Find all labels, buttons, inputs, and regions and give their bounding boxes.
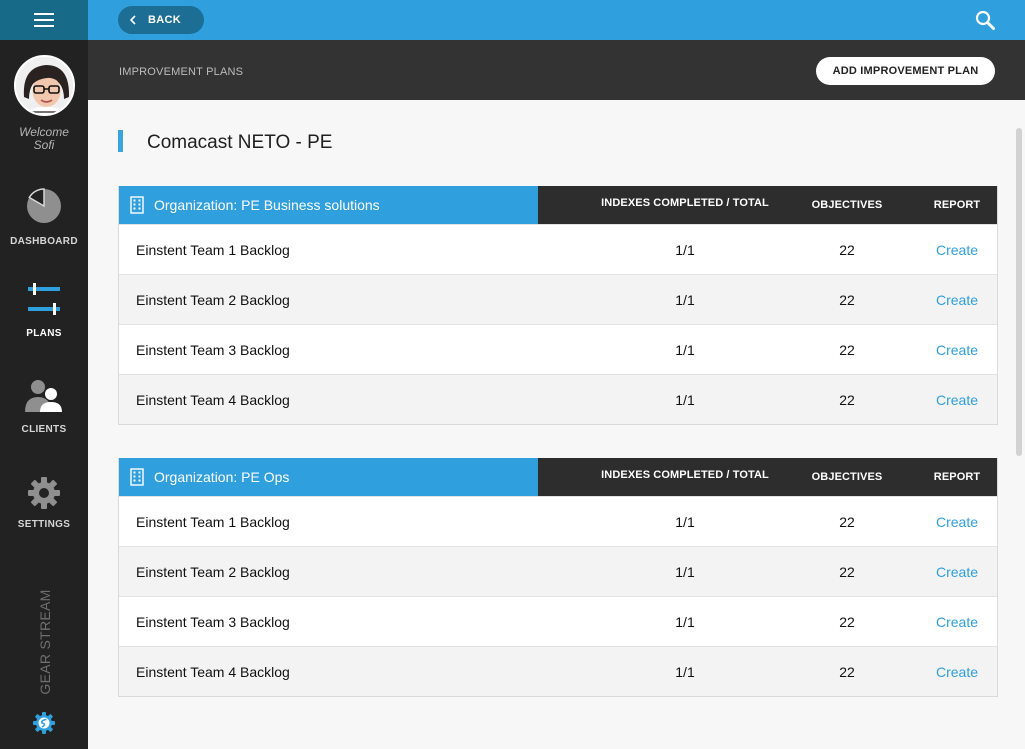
back-button[interactable]: BACK: [118, 6, 204, 34]
add-improvement-plan-button[interactable]: ADD IMPROVEMENT PLAN: [816, 57, 995, 85]
row-name: Einstent Team 2 Backlog: [136, 564, 290, 580]
row-name: Einstent Team 1 Backlog: [136, 242, 290, 258]
gearstream-logo-icon[interactable]: [33, 712, 55, 734]
nav-dashboard[interactable]: DASHBOARD: [0, 186, 88, 247]
create-report-link[interactable]: Create: [917, 647, 997, 697]
row-indexes: 1/1: [675, 664, 695, 680]
row-name: Einstent Team 3 Backlog: [136, 614, 290, 630]
row-indexes: 1/1: [675, 514, 695, 530]
building-icon: [130, 196, 144, 214]
table-row: Einstent Team 1 Backlog 1/1 22 Create: [119, 496, 997, 546]
row-indexes: 1/1: [675, 242, 695, 258]
nav-settings[interactable]: SETTINGS: [0, 476, 88, 530]
back-button-label: BACK: [148, 14, 181, 26]
row-indexes: 1/1: [675, 614, 695, 630]
row-objectives: 22: [839, 614, 855, 630]
top-bar: BACK: [88, 0, 1025, 40]
table-row: Einstent Team 2 Backlog 1/1 22 Create: [119, 274, 997, 324]
chevron-left-icon: [130, 15, 136, 25]
column-header-objectives: OBJECTIVES: [811, 471, 883, 483]
table-header: Organization: PE Ops INDEXES COMPLETED /…: [119, 458, 997, 496]
column-header-report: REPORT: [933, 199, 981, 211]
sidebar: Welcome Sofi DASHBOARD PLANS CLIENTS SET…: [0, 0, 88, 749]
table-row: Einstent Team 4 Backlog 1/1 22 Create: [119, 646, 997, 696]
column-header-report: REPORT: [933, 471, 981, 483]
row-objectives: 22: [839, 514, 855, 530]
nav-clients[interactable]: CLIENTS: [0, 378, 88, 435]
row-name: Einstent Team 3 Backlog: [136, 342, 290, 358]
brand-name: GEAR STREAM: [37, 589, 53, 695]
column-header-objectives: OBJECTIVES: [811, 199, 883, 211]
brand-wordmark: GEAR STREAM: [28, 589, 60, 700]
organization-header: Organization: PE Ops: [119, 458, 538, 496]
create-report-link[interactable]: Create: [917, 375, 997, 425]
table-row: Einstent Team 3 Backlog 1/1 22 Create: [119, 596, 997, 646]
create-report-link[interactable]: Create: [917, 547, 997, 597]
row-objectives: 22: [839, 664, 855, 680]
user-avatar-image: [16, 57, 73, 114]
create-report-link[interactable]: Create: [917, 497, 997, 547]
row-objectives: 22: [839, 564, 855, 580]
hamburger-icon: [34, 13, 54, 27]
avatar[interactable]: [14, 55, 75, 116]
gear-icon: [28, 477, 60, 509]
table-header: Organization: PE Business solutions INDE…: [119, 186, 997, 224]
building-icon: [130, 468, 144, 486]
table-row: Einstent Team 4 Backlog 1/1 22 Create: [119, 374, 997, 424]
page-title: Comacast NETO - PE: [147, 132, 333, 153]
table-row: Einstent Team 1 Backlog 1/1 22 Create: [119, 224, 997, 274]
row-name: Einstent Team 4 Backlog: [136, 664, 290, 680]
menu-button[interactable]: [0, 0, 88, 40]
organization-name: Organization: PE Business solutions: [154, 197, 380, 213]
sub-header: IMPROVEMENT PLANS ADD IMPROVEMENT PLAN: [88, 40, 1025, 100]
pie-chart-icon: [27, 188, 61, 223]
create-report-link[interactable]: Create: [917, 325, 997, 375]
welcome-text: Welcome Sofi: [0, 126, 88, 152]
organization-table: Organization: PE Ops INDEXES COMPLETED /…: [118, 458, 998, 697]
create-report-link[interactable]: Create: [917, 597, 997, 647]
nav-plans-label: PLANS: [26, 328, 62, 339]
row-name: Einstent Team 1 Backlog: [136, 514, 290, 530]
table-row: Einstent Team 2 Backlog 1/1 22 Create: [119, 546, 997, 596]
create-report-link[interactable]: Create: [917, 275, 997, 325]
create-report-link[interactable]: Create: [917, 225, 997, 275]
organization-name: Organization: PE Ops: [154, 469, 290, 485]
search-icon[interactable]: [975, 10, 995, 30]
row-objectives: 22: [839, 342, 855, 358]
title-accent-bar: [118, 130, 123, 152]
section-title: IMPROVEMENT PLANS: [119, 66, 244, 78]
users-icon: [25, 380, 62, 412]
table-row: Einstent Team 3 Backlog 1/1 22 Create: [119, 324, 997, 374]
row-indexes: 1/1: [675, 292, 695, 308]
row-indexes: 1/1: [675, 342, 695, 358]
organization-table: Organization: PE Business solutions INDE…: [118, 186, 998, 425]
row-objectives: 22: [839, 292, 855, 308]
row-name: Einstent Team 4 Backlog: [136, 392, 290, 408]
column-header-indexes: INDEXES COMPLETED / TOTAL: [601, 469, 769, 481]
row-name: Einstent Team 2 Backlog: [136, 292, 290, 308]
row-objectives: 22: [839, 392, 855, 408]
column-header-indexes: INDEXES COMPLETED / TOTAL: [601, 197, 769, 209]
nav-plans[interactable]: PLANS: [0, 282, 88, 339]
nav-dashboard-label: DASHBOARD: [10, 236, 78, 247]
nav-settings-label: SETTINGS: [17, 519, 71, 530]
row-objectives: 22: [839, 242, 855, 258]
row-indexes: 1/1: [675, 392, 695, 408]
scrollbar[interactable]: [1016, 128, 1022, 456]
sliders-icon: [28, 283, 60, 315]
nav-clients-label: CLIENTS: [21, 424, 67, 435]
main-content: Comacast NETO - PE Organization: PE Busi…: [88, 100, 1025, 749]
organization-header: Organization: PE Business solutions: [119, 186, 538, 224]
row-indexes: 1/1: [675, 564, 695, 580]
welcome-username: Sofi: [33, 138, 55, 152]
